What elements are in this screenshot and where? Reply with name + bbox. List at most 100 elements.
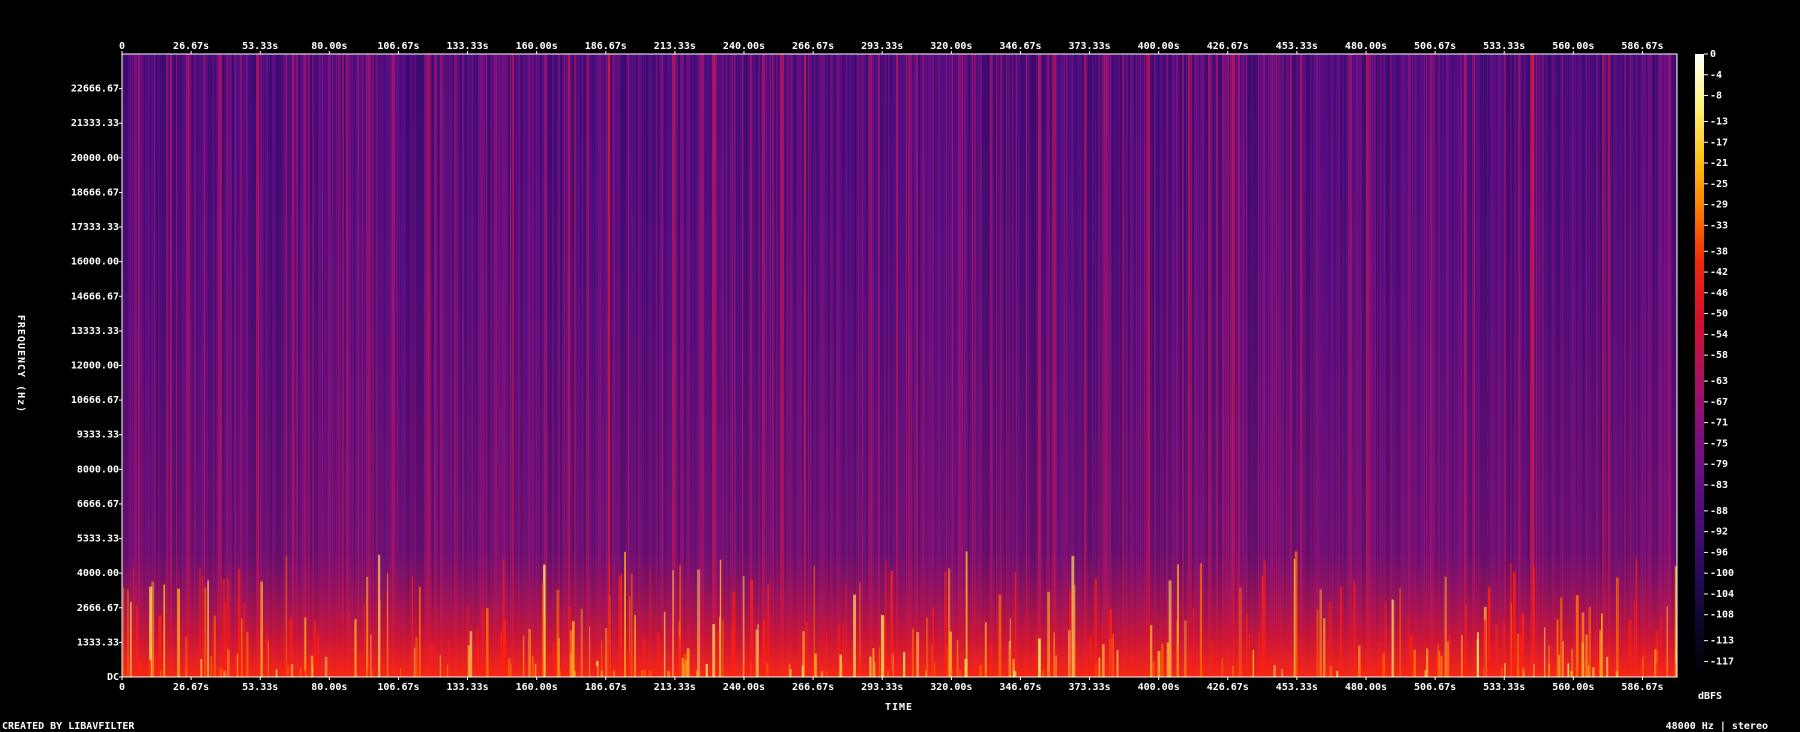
energy-burst — [1575, 595, 1579, 677]
energy-burst — [595, 665, 598, 677]
x-tick-label: 506.67s — [1414, 41, 1456, 52]
energy-burst — [925, 670, 927, 677]
energy-burst — [126, 589, 129, 677]
energy-burst — [705, 664, 708, 677]
colorbar-tick-label: -21 — [1710, 158, 1728, 169]
energy-burst — [731, 647, 733, 677]
energy-burst — [378, 554, 381, 677]
y-tick-label: 18666.67 — [71, 187, 119, 198]
energy-burst — [1216, 667, 1218, 677]
energy-burst — [240, 618, 243, 677]
energy-burst — [207, 580, 209, 677]
energy-burst — [1519, 634, 1523, 677]
colorbar-tick-label: -108 — [1710, 610, 1734, 621]
x-tick-label: 453.33s — [1276, 682, 1318, 693]
x-tick-label: 453.33s — [1276, 41, 1318, 52]
energy-burst — [712, 624, 716, 677]
energy-burst — [181, 663, 183, 677]
energy-burst — [601, 640, 603, 677]
energy-burst — [1212, 641, 1215, 677]
energy-burst — [415, 637, 418, 677]
energy-burst — [324, 656, 328, 677]
energy-burst — [486, 608, 489, 677]
energy-burst — [750, 579, 754, 677]
energy-burst — [1221, 657, 1224, 677]
energy-burst — [1640, 668, 1642, 677]
energy-burst — [507, 658, 511, 677]
energy-burst — [1150, 625, 1153, 677]
energy-burst — [1006, 658, 1008, 677]
x-tick-label: 186.67s — [585, 682, 627, 693]
energy-burst — [1152, 661, 1155, 677]
x-tick-label: 400.00s — [1138, 41, 1180, 52]
energy-burst — [1615, 671, 1619, 677]
energy-burst — [1441, 654, 1444, 677]
energy-burst — [1258, 631, 1260, 677]
energy-burst — [461, 664, 465, 677]
energy-burst — [1382, 653, 1385, 677]
x-tick-label: 266.67s — [792, 682, 834, 693]
energy-burst — [1660, 615, 1662, 677]
colorbar-tick-label: -71 — [1710, 418, 1728, 429]
energy-burst — [159, 670, 162, 677]
energy-burst — [572, 621, 575, 677]
x-tick-label: 106.67s — [377, 41, 419, 52]
energy-burst — [1594, 629, 1596, 677]
energy-burst — [400, 667, 401, 677]
colorbar-tick-label: -46 — [1710, 288, 1728, 299]
energy-burst — [445, 666, 447, 677]
y-axis: DC 1333.33 2666.67 4000.00 5333.33 6666.67 800… — [71, 84, 122, 683]
energy-burst — [874, 662, 876, 677]
energy-burst — [1544, 627, 1546, 677]
colorbar-tick-label: -96 — [1710, 547, 1728, 558]
energy-burst — [1634, 602, 1636, 677]
energy-burst — [411, 576, 413, 677]
colorbar-tick-label: -17 — [1710, 137, 1728, 148]
energy-burst — [158, 615, 162, 677]
energy-burst — [1444, 576, 1447, 677]
energy-burst — [1203, 655, 1205, 677]
y-tick-label: 17333.33 — [71, 222, 119, 233]
x-tick-label: 426.67s — [1207, 41, 1249, 52]
colorbar-tick-label: -100 — [1710, 568, 1734, 579]
colorbar-tick-label: -4 — [1710, 70, 1722, 81]
energy-burst — [129, 601, 132, 677]
colorbar-tick-label: -113 — [1710, 636, 1734, 647]
energy-burst — [1299, 669, 1303, 677]
energy-burst — [911, 628, 914, 677]
energy-burst — [1263, 560, 1266, 677]
y-tick-label: 8000.00 — [77, 464, 119, 475]
energy-burst — [657, 632, 660, 677]
energy-burst — [1377, 642, 1381, 677]
energy-burst — [1192, 607, 1195, 677]
energy-burst — [1464, 604, 1467, 677]
energy-burst — [1504, 663, 1506, 677]
energy-burst — [885, 653, 888, 677]
energy-burst — [418, 586, 421, 677]
energy-burst — [447, 639, 450, 677]
energy-burst — [878, 647, 880, 677]
x-tick-label: 266.67s — [792, 41, 834, 52]
energy-burst — [531, 656, 534, 677]
energy-burst — [1628, 619, 1632, 677]
energy-burst — [569, 630, 573, 677]
x-tick-label: 346.67s — [999, 41, 1041, 52]
energy-burst — [1495, 624, 1499, 677]
x-tick-label: 373.33s — [1068, 682, 1110, 693]
energy-burst — [1446, 641, 1450, 677]
energy-burst — [139, 660, 142, 677]
energy-burst — [202, 576, 204, 677]
energy-burst — [1024, 659, 1027, 677]
energy-burst — [557, 638, 560, 677]
energy-burst — [990, 644, 993, 677]
energy-burst — [976, 663, 979, 677]
x-tick-label: 240.00s — [723, 41, 765, 52]
energy-burst — [1252, 650, 1254, 677]
energy-burst — [237, 669, 239, 677]
colorbar: 0 -4 -8 -13 -17 -21 -25 -29 -33 -38 -42 -46 -50 -54 -5… — [1695, 49, 1734, 702]
energy-burst — [469, 631, 473, 677]
energy-burst — [1522, 667, 1524, 677]
energy-burst — [1523, 670, 1526, 677]
x-tick-label: 426.67s — [1207, 682, 1249, 693]
colorbar-tick-label: -117 — [1710, 656, 1734, 667]
